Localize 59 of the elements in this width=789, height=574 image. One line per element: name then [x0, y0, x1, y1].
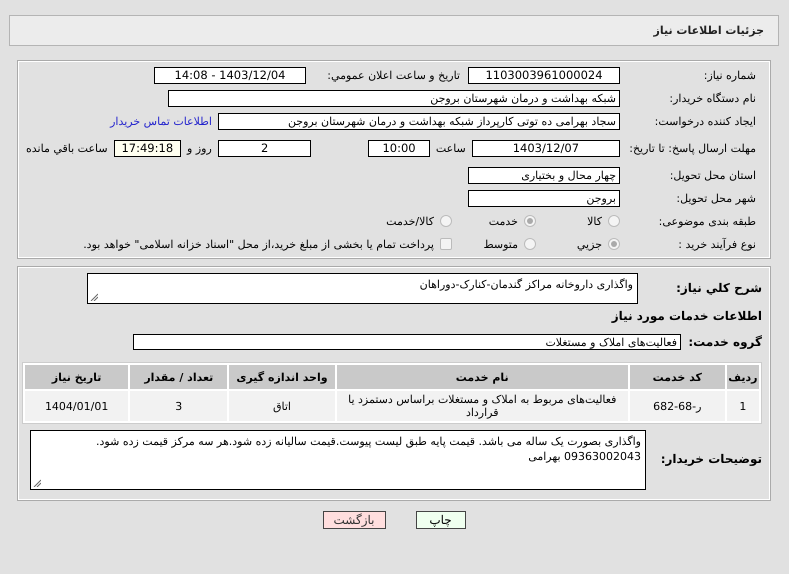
field-label: شهر محل تحویل: [675, 190, 756, 206]
radio-label: متوسط [483, 238, 518, 250]
city-field: بروجن [468, 190, 620, 206]
deadline-time-field: 10:00 [368, 140, 430, 156]
description-field[interactable]: واگذاری داروخانه مراکز گندمان-کنارک-دوراهان [87, 273, 638, 304]
buyer-org-field: شبکه بهداشت و درمان شهرستان بروجن [168, 90, 620, 106]
remaining-time-field: 17:49:18 [114, 140, 182, 156]
field-label: روز و [187, 142, 212, 154]
radio-button[interactable] [608, 215, 620, 227]
table-cell: 1 [726, 391, 759, 421]
field-label: شرح کلي نیاز: [675, 281, 762, 295]
service-group-field: فعالیت‌های املاک و مستغلات [133, 334, 681, 350]
field-label: طبقه بندی موضوعی: [658, 214, 756, 228]
field-label: مهلت ارسال پاسخ: تا تاریخ: [628, 140, 756, 156]
resize-grip-icon[interactable] [90, 293, 98, 301]
radio-label: خدمت [488, 214, 518, 228]
province-field: چهار محال و بختیاری [468, 166, 620, 184]
field-label: ساعت [436, 142, 466, 154]
column-header: کد خدمت [630, 365, 725, 389]
back-button[interactable]: بازگشت [322, 511, 386, 529]
section-heading: اطلاعات خدمات مورد نیاز [612, 309, 762, 323]
print-button[interactable]: چاپ [416, 511, 466, 529]
field-label: ایجاد کننده درخواست: [654, 114, 756, 128]
creator-field: سجاد بهرامی ده توتی کارپرداز شبکه بهداشت و درمان شهرستان بروجن [218, 112, 620, 130]
checkbox-label: پرداخت تمام یا بخشی از مبلغ خرید،از محل "اسناد خزانه اسلامی" خواهد بود. [83, 238, 434, 250]
need-number-field: 1103003961000024 [468, 66, 620, 84]
deadline-date-field: 1403/12/07 [472, 140, 620, 156]
field-label: گروه خدمت: [687, 335, 762, 349]
column-header: تعداد / مقدار [130, 365, 228, 389]
checkbox[interactable] [440, 238, 452, 250]
resize-grip-icon[interactable] [33, 479, 41, 487]
table-cell: اتاق [229, 391, 335, 421]
radio-button[interactable] [440, 215, 452, 227]
column-header: تاریخ نیاز [25, 365, 128, 389]
column-header: واحد اندازه گیری [229, 365, 335, 389]
radio-button[interactable] [524, 215, 536, 227]
buyer-notes-field[interactable]: واگذاری بصورت یک ساله می باشد. قیمت پایه طبق لیست پیوست.قیمت سالیانه زده شود.هر سه مرکز قیمت زده شود. 09363002043 بهرامی [30, 430, 646, 490]
radio-button[interactable] [524, 238, 536, 250]
radio-label: جزیي [576, 238, 602, 250]
days-field: 2 [218, 140, 312, 156]
radio-label: کالا [587, 214, 602, 228]
buyer-contact-link[interactable]: اطلاعات تماس خریدار [110, 114, 212, 128]
field-label: استان محل تحویل: [668, 168, 756, 182]
table-cell: 3 [130, 391, 228, 421]
table-cell: فعالیت‌های مربوط به املاک و مستغلات براساس دستمزد یا قرارداد [336, 391, 628, 421]
radio-button[interactable] [608, 238, 620, 250]
announce-date-field: 1403/12/04 - 14:08 [154, 66, 306, 84]
table-cell: 1404/01/01 [25, 391, 128, 421]
column-header: ردیف [726, 365, 759, 389]
field-label: ساعت باقي مانده [26, 142, 108, 154]
table-cell: ر-68-682 [630, 391, 725, 421]
column-header: نام خدمت [336, 365, 628, 389]
field-label: توضیحات خریدار: [660, 452, 762, 466]
field-label: نوع فرآیند خرید : [677, 236, 756, 252]
page-title: جزئیات اطلاعات نیاز [654, 24, 764, 37]
field-label: نام دستگاه خریدار: [668, 90, 756, 106]
radio-label: کالا/خدمت [386, 214, 434, 228]
field-label: شماره نیاز: [702, 68, 756, 82]
field-label: تاریخ و ساعت اعلان عمومي: [326, 68, 461, 82]
